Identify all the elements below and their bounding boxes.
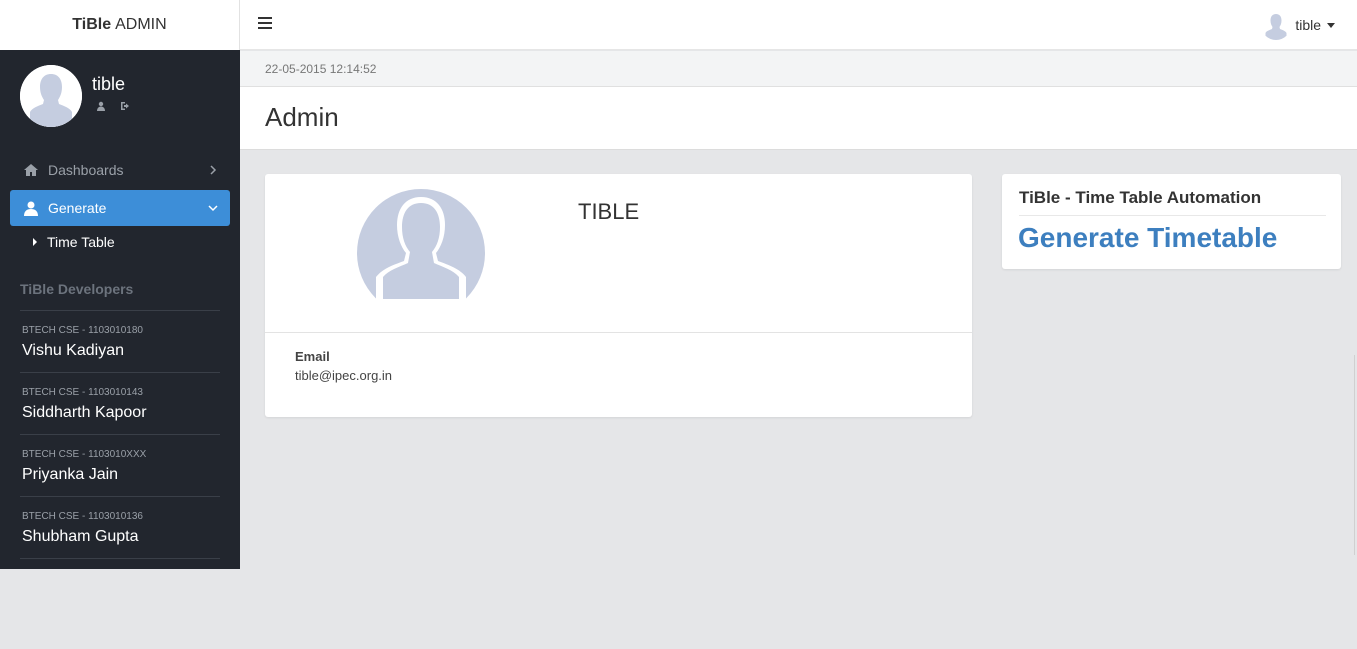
brand-logo[interactable]: TiBle ADMIN — [0, 0, 240, 50]
user-panel: tible — [0, 50, 240, 150]
caret-down-icon — [1327, 22, 1335, 28]
sidebar-item-generate[interactable]: Generate — [10, 190, 230, 226]
sidebar-item-label: Generate — [48, 200, 107, 216]
user-icon — [22, 200, 40, 216]
email-value: tible@ipec.org.in — [295, 368, 393, 383]
page-header: Admin — [240, 87, 1357, 150]
sidebar-subitem-label: Time Table — [47, 234, 115, 250]
current-datetime: 22-05-2015 12:14:52 — [265, 62, 377, 76]
user-menu[interactable]: tible — [1261, 10, 1335, 40]
chevron-down-icon — [206, 201, 220, 215]
sidebar-item-dashboards[interactable]: Dashboards — [10, 152, 230, 188]
app-card: TiBle - Time Table Automation Generate T… — [1002, 174, 1341, 269]
profile-name: TIBLE — [578, 199, 640, 224]
logout-icon[interactable] — [120, 98, 131, 116]
home-icon — [22, 162, 40, 178]
profile-card: TIBLE Email tible@ipec.org.in — [265, 174, 972, 417]
top-user-name: tible — [1295, 17, 1321, 33]
datetime-bar: 22-05-2015 12:14:52 — [240, 51, 1357, 87]
divider — [20, 310, 220, 311]
sidebar-item-label: Dashboards — [48, 162, 124, 178]
developer-name: Shubham Gupta — [22, 528, 139, 545]
developer-name: Priyanka Jain — [22, 466, 119, 483]
user-avatar-small — [1261, 10, 1292, 40]
hamburger-menu-icon[interactable] — [258, 17, 272, 31]
profile-icon[interactable] — [96, 98, 106, 116]
divider — [1019, 215, 1326, 216]
sidebar-subitem-time-table[interactable]: Time Table — [32, 234, 115, 250]
divider — [20, 434, 220, 435]
developer-item: BTECH CSE - 1103010XXX Priyanka Jain — [22, 449, 146, 484]
app-card-title: TiBle - Time Table Automation — [1019, 188, 1262, 207]
brand-bold: TiBle — [72, 16, 112, 33]
generate-timetable-link[interactable]: Generate Timetable — [1018, 222, 1277, 254]
divider — [20, 496, 220, 497]
top-navbar: tible — [240, 0, 1357, 50]
sidebar: TiBle ADMIN tible Dashboards Generate Ti… — [0, 0, 240, 569]
developer-roll: BTECH CSE - 1103010XXX — [22, 449, 147, 460]
user-avatar — [20, 65, 82, 127]
developer-roll: BTECH CSE - 1103010143 — [22, 387, 143, 398]
developer-item: BTECH CSE - 1103010180 Vishu Kadiyan — [22, 325, 143, 360]
caret-right-icon — [33, 238, 37, 246]
divider — [20, 558, 220, 559]
developer-name: Vishu Kadiyan — [22, 342, 124, 359]
developer-item: BTECH CSE - 1103010136 Shubham Gupta — [22, 511, 143, 546]
divider — [265, 332, 972, 333]
page-title: Admin — [265, 102, 339, 132]
chevron-right-icon — [206, 163, 220, 177]
developers-heading: TiBle Developers — [20, 281, 134, 297]
email-label: Email — [295, 349, 330, 364]
developer-roll: BTECH CSE - 1103010136 — [22, 511, 143, 522]
brand-light: ADMIN — [115, 16, 167, 33]
profile-avatar — [357, 189, 485, 299]
developer-item: BTECH CSE - 1103010143 Siddharth Kapoor — [22, 387, 147, 422]
developer-roll: BTECH CSE - 1103010180 — [22, 325, 143, 336]
divider — [20, 372, 220, 373]
sidebar-user-name: tible — [92, 74, 126, 94]
developer-name: Siddharth Kapoor — [22, 404, 147, 421]
